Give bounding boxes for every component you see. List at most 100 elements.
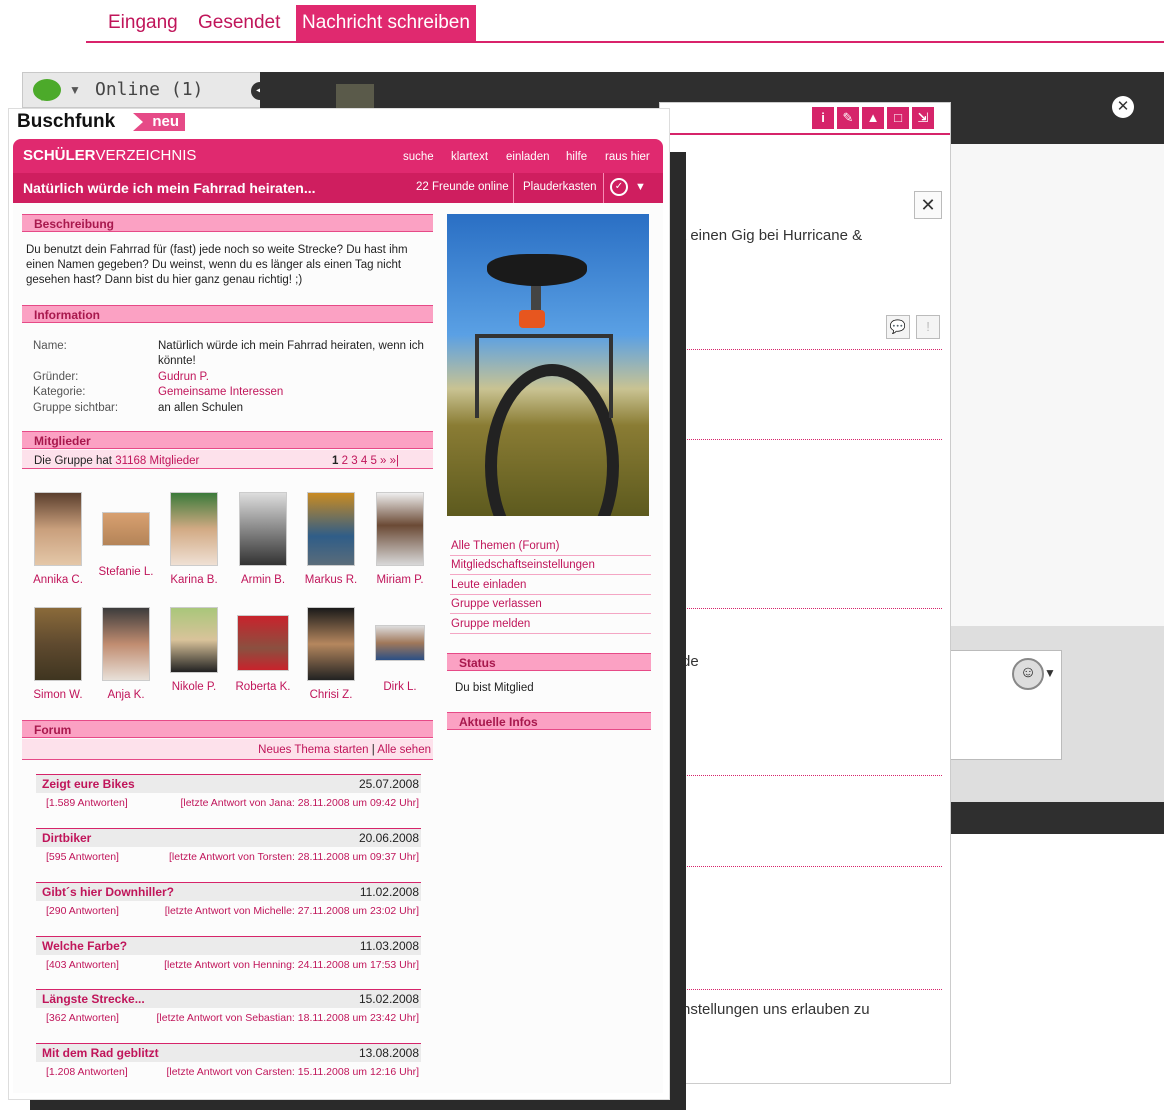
member-card[interactable]: Anja K.	[91, 607, 161, 701]
check-icon[interactable]: ✓	[610, 178, 628, 196]
member-card[interactable]: Markus R.	[296, 492, 366, 586]
member-photo[interactable]	[102, 607, 150, 681]
member-card[interactable]: Nikole P.	[159, 607, 229, 693]
tab-gesendet[interactable]: Gesendet	[192, 5, 286, 41]
post-last-reply[interactable]: [letzte Antwort von Sebastian: 18.11.200…	[157, 1008, 419, 1028]
page-last[interactable]: »|	[390, 455, 399, 467]
member-name[interactable]: Annika C.	[23, 574, 93, 586]
page-4[interactable]: 4	[361, 455, 367, 467]
member-name[interactable]: Karina B.	[159, 574, 229, 586]
member-photo[interactable]	[34, 607, 82, 681]
post-replies[interactable]: [1.208 Antworten]	[46, 1062, 128, 1082]
friends-online[interactable]: 22 Freunde online	[416, 181, 509, 193]
member-name[interactable]: Roberta K.	[228, 681, 298, 693]
member-card[interactable]: Armin B.	[228, 492, 298, 586]
nav-klartext[interactable]: klartext	[451, 151, 488, 163]
member-photo[interactable]	[376, 492, 424, 566]
member-photo[interactable]	[307, 492, 355, 566]
close-button[interactable]: ✕	[914, 191, 942, 219]
post-replies[interactable]: [362 Antworten]	[46, 1008, 119, 1028]
site-logo[interactable]: SCHÜLERVERZEICHNIS	[23, 147, 196, 164]
section-description: Beschreibung	[22, 214, 433, 232]
post-replies[interactable]: [1.589 Antworten]	[46, 793, 128, 813]
page-3[interactable]: 3	[351, 455, 357, 467]
maximize-icon[interactable]: □	[887, 107, 909, 129]
founder-link[interactable]: Gudrun P.	[158, 370, 209, 385]
close-icon[interactable]: ✕	[1112, 96, 1134, 118]
page-5[interactable]: 5	[370, 455, 376, 467]
member-name[interactable]: Miriam P.	[365, 574, 435, 586]
post-last-reply[interactable]: [letzte Antwort von Henning: 24.11.2008 …	[164, 955, 419, 975]
tab-nachricht-schreiben[interactable]: Nachricht schreiben	[296, 5, 476, 41]
member-photo[interactable]	[34, 492, 82, 566]
member-photo[interactable]	[170, 492, 218, 566]
post-last-reply[interactable]: [letzte Antwort von Jana: 28.11.2008 um …	[180, 793, 419, 813]
link-invite-people[interactable]: Leute einladen	[450, 576, 651, 595]
post-title[interactable]: Mit dem Rad geblitzt	[42, 1044, 159, 1062]
post-title[interactable]: Zeigt eure Bikes	[42, 775, 135, 793]
link-membership-settings[interactable]: Mitgliedschaftseinstellungen	[450, 556, 651, 575]
member-photo[interactable]	[102, 512, 150, 546]
chevron-down-icon[interactable]: ▼	[1044, 666, 1056, 680]
member-card[interactable]: Karina B.	[159, 492, 229, 586]
member-card[interactable]: Annika C.	[23, 492, 93, 586]
nav-suche[interactable]: suche	[403, 151, 434, 163]
member-name[interactable]: Dirk L.	[365, 681, 435, 693]
member-card[interactable]: Roberta K.	[228, 607, 298, 693]
popout-icon[interactable]: ⇲	[912, 107, 934, 129]
post-title[interactable]: Gibt´s hier Downhiller?	[42, 883, 174, 901]
member-name[interactable]: Simon W.	[23, 689, 93, 701]
member-photo[interactable]	[237, 615, 289, 671]
page-next[interactable]: »	[380, 455, 386, 467]
member-card[interactable]: Stefanie L.	[91, 492, 161, 578]
chat-room-link[interactable]: Plauderkasten	[523, 181, 597, 193]
new-topic-link[interactable]: Neues Thema starten	[258, 744, 368, 756]
member-name[interactable]: Chrisi Z.	[296, 689, 366, 701]
link-leave-group[interactable]: Gruppe verlassen	[450, 595, 651, 614]
chevron-down-icon[interactable]: ▼	[635, 181, 646, 193]
comment-icon[interactable]: 💬	[886, 315, 910, 339]
post-last-reply[interactable]: [letzte Antwort von Michelle: 27.11.2008…	[165, 901, 419, 921]
post-replies[interactable]: [595 Antworten]	[46, 847, 119, 867]
online-count: Online (1)	[95, 79, 204, 100]
see-all-link[interactable]: Alle sehen	[377, 744, 431, 756]
wrench-icon[interactable]: ✎	[837, 107, 859, 129]
nav-raus-hier[interactable]: raus hier	[605, 151, 650, 163]
post-title[interactable]: Längste Strecke...	[42, 990, 145, 1008]
member-count-link[interactable]: 31168 Mitglieder	[115, 455, 199, 467]
member-card[interactable]: Miriam P.	[365, 492, 435, 586]
report-icon[interactable]: !	[916, 315, 940, 339]
link-all-topics[interactable]: Alle Themen (Forum)	[450, 537, 651, 556]
member-card[interactable]: Chrisi Z.	[296, 607, 366, 701]
nav-einladen[interactable]: einladen	[506, 151, 549, 163]
smiley-icon[interactable]: ☺	[1012, 658, 1044, 690]
post-last-reply[interactable]: [letzte Antwort von Torsten: 28.11.2008 …	[169, 847, 419, 867]
post-title[interactable]: Welche Farbe?	[42, 937, 127, 955]
info-icon[interactable]: i	[812, 107, 834, 129]
info-value: an allen Schulen	[158, 402, 244, 414]
member-name[interactable]: Anja K.	[91, 689, 161, 701]
member-photo[interactable]	[307, 607, 355, 681]
member-photo[interactable]	[170, 607, 218, 673]
nav-hilfe[interactable]: hilfe	[566, 151, 587, 163]
collapse-icon[interactable]: ▲	[862, 107, 884, 129]
link-report-group[interactable]: Gruppe melden	[450, 615, 651, 634]
post-replies[interactable]: [403 Antworten]	[46, 955, 119, 975]
member-card[interactable]: Dirk L.	[365, 607, 435, 693]
member-name[interactable]: Armin B.	[228, 574, 298, 586]
member-card[interactable]: Simon W.	[23, 607, 93, 701]
tab-eingang[interactable]: Eingang	[102, 5, 184, 41]
chat-bar[interactable]: ▼ Online (1) ◀	[22, 72, 269, 108]
page-1[interactable]: 1	[332, 455, 338, 467]
chevron-down-icon[interactable]: ▼	[69, 83, 81, 97]
post-replies[interactable]: [290 Antworten]	[46, 901, 119, 921]
member-name[interactable]: Stefanie L.	[91, 566, 161, 578]
page-2[interactable]: 2	[342, 455, 348, 467]
post-last-reply[interactable]: [letzte Antwort von Carsten: 15.11.2008 …	[166, 1062, 419, 1082]
member-name[interactable]: Markus R.	[296, 574, 366, 586]
category-link[interactable]: Gemeinsame Interessen	[158, 385, 283, 400]
member-photo[interactable]	[375, 625, 425, 661]
member-photo[interactable]	[239, 492, 287, 566]
member-name[interactable]: Nikole P.	[159, 681, 229, 693]
post-title[interactable]: Dirtbiker	[42, 829, 91, 847]
